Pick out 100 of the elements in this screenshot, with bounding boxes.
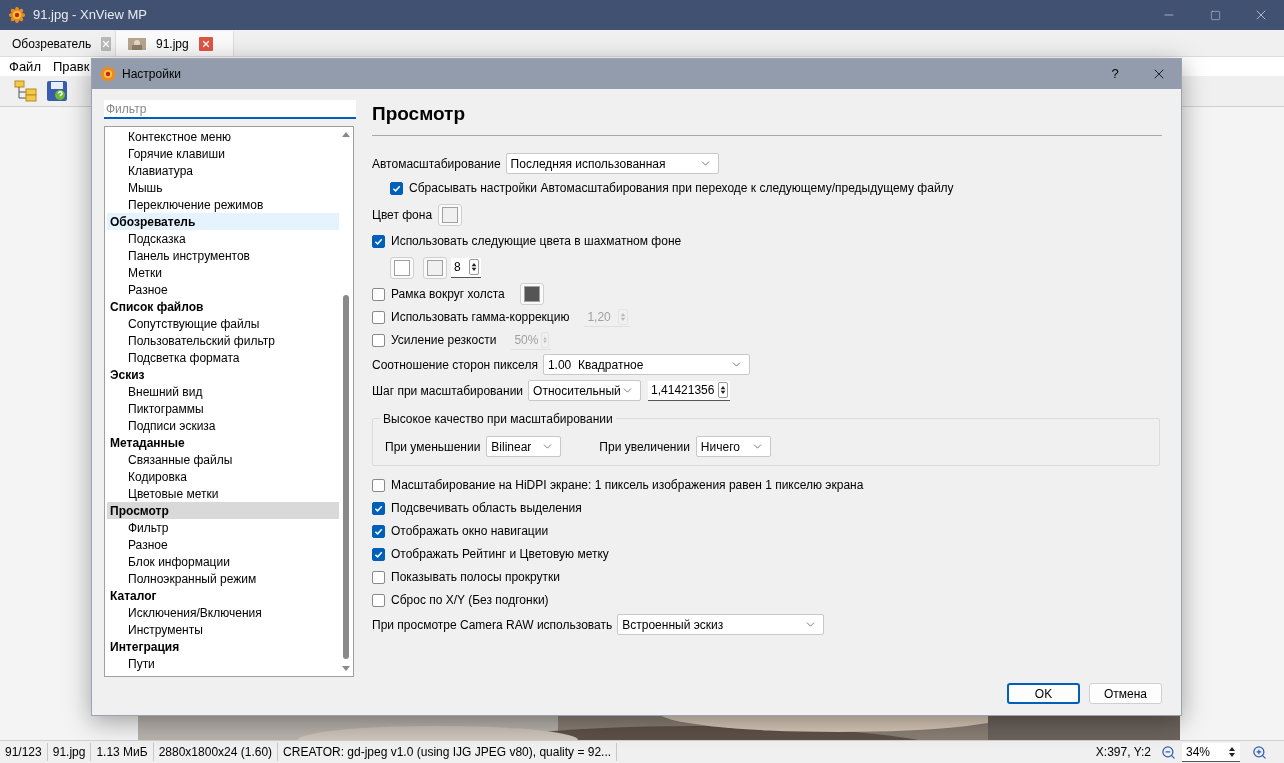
- option-label: Сброс по X/Y (Без подгонки): [391, 592, 549, 609]
- filter-field[interactable]: Фильтр: [104, 100, 356, 119]
- spin-arrows-icon: [618, 308, 629, 325]
- scroll-up-icon[interactable]: [341, 130, 351, 138]
- window-title: 91.jpg - XnView MP: [33, 6, 147, 25]
- status-text: 91.jpg: [47, 743, 92, 761]
- scroll-down-icon[interactable]: [341, 665, 351, 673]
- tree-item[interactable]: Подписи эскиза: [107, 417, 339, 434]
- option-label: Отображать Рейтинг и Цветовую метку: [391, 546, 609, 563]
- tree-item[interactable]: Каталог: [107, 587, 339, 604]
- tree-item[interactable]: Сопутствующие файлы: [107, 315, 339, 332]
- tree-item[interactable]: Метаданные: [107, 434, 339, 451]
- option-label: Сбрасывать настройки Автомасштабирования при переходе к следующему/предыдущему файлу: [409, 180, 954, 197]
- option-label: Использовать следующие цвета в шахматном фоне: [391, 233, 682, 250]
- checkbox[interactable]: [372, 501, 385, 515]
- status-text: 2880x1800x24 (1.60): [153, 743, 279, 761]
- tree-item[interactable]: Метки: [107, 264, 339, 281]
- tree-item[interactable]: Исключения/Включения: [107, 604, 339, 621]
- tree-item[interactable]: Панель инструментов: [107, 247, 339, 264]
- status-text: 1.13 МиБ: [91, 743, 154, 761]
- dropdown[interactable]: Bilinear: [486, 436, 562, 457]
- close-tab-icon[interactable]: [101, 36, 112, 51]
- dropdown[interactable]: Последняя использованная: [505, 153, 719, 174]
- app-logo-icon: [100, 66, 116, 82]
- checkbox[interactable]: [372, 478, 385, 492]
- tree-item[interactable]: Кодировка: [107, 468, 339, 485]
- tree-item[interactable]: Эскиз: [107, 366, 339, 383]
- checkbox[interactable]: [372, 570, 385, 584]
- tree-item[interactable]: Разное: [107, 536, 339, 553]
- tree-item[interactable]: Разное: [107, 281, 339, 298]
- help-button[interactable]: ?: [1093, 59, 1137, 89]
- tree-item[interactable]: Обозреватель: [107, 213, 339, 230]
- option-label: Цвет фона: [372, 206, 433, 224]
- option-label: Масштабирование на HiDPI экране: 1 пиксель изображения равен 1 пикселю экрана: [391, 477, 864, 494]
- tree-item[interactable]: Пути: [107, 655, 339, 672]
- spin-box[interactable]: 8: [451, 257, 481, 278]
- option-label: При просмотре Camera RAW использовать: [372, 616, 613, 634]
- maximize-icon: [1209, 9, 1221, 21]
- checkbox[interactable]: [372, 310, 385, 324]
- option-label: Усиление резкости: [391, 332, 497, 349]
- option-label: При увеличении: [599, 438, 690, 456]
- option-label: Соотношение сторон пикселя: [372, 356, 538, 374]
- dialog-button[interactable]: Отмена: [1089, 683, 1162, 704]
- checkbox[interactable]: [372, 524, 385, 538]
- tree-item[interactable]: Фильтр: [107, 519, 339, 536]
- menu-item[interactable]: Правк: [52, 56, 90, 77]
- option-label: При уменьшении: [385, 438, 481, 456]
- dialog-button[interactable]: OK: [1007, 683, 1080, 704]
- tree-item[interactable]: Список файлов: [107, 298, 339, 315]
- tree-item[interactable]: Контекстное меню: [107, 128, 339, 145]
- tree-item[interactable]: Горячие клавиши: [107, 145, 339, 162]
- tree-item[interactable]: Внешний вид: [107, 383, 339, 400]
- dropdown[interactable]: Относительный: [528, 380, 642, 401]
- checkbox[interactable]: [372, 287, 385, 301]
- dropdown[interactable]: Ничего: [695, 436, 771, 457]
- scrollbar-thumb[interactable]: [343, 295, 349, 659]
- dropdown[interactable]: Встроенный эскиз: [617, 614, 825, 635]
- menu-item[interactable]: Файл: [9, 56, 41, 77]
- folder-tree-icon[interactable]: [14, 79, 38, 103]
- tree-item[interactable]: Связанные файлы: [107, 451, 339, 468]
- tree-item[interactable]: Блок информации: [107, 553, 339, 570]
- checkbox[interactable]: [372, 593, 385, 607]
- close-tab-icon[interactable]: [198, 36, 213, 51]
- save-icon[interactable]: [46, 80, 68, 102]
- dialog-title: Настройки: [122, 66, 181, 83]
- checkbox[interactable]: [372, 547, 385, 561]
- tree-item[interactable]: Просмотр: [107, 502, 339, 519]
- tree-item[interactable]: Подсветка формата: [107, 349, 339, 366]
- tree-item[interactable]: Полноэкранный режим: [107, 570, 339, 587]
- tree-item[interactable]: Переключение режимов: [107, 196, 339, 213]
- option-label: Использовать гамма-коррекцию: [391, 309, 570, 326]
- zoom-in-icon[interactable]: [1252, 744, 1267, 760]
- checkbox[interactable]: [372, 333, 385, 347]
- zoom-out-icon[interactable]: [1161, 744, 1176, 760]
- cursor-position: X:397, Y:2: [1095, 744, 1151, 761]
- tree-item[interactable]: Мышь: [107, 179, 339, 196]
- checkbox[interactable]: [372, 234, 385, 248]
- dropdown[interactable]: 1.00 Квадратное: [542, 354, 750, 375]
- spin-arrows-icon: [541, 331, 550, 348]
- checkbox[interactable]: [390, 181, 403, 195]
- spin-box[interactable]: 1,41421356: [648, 380, 731, 401]
- status-text: 91/123: [0, 743, 48, 761]
- zoom-field[interactable]: 34%: [1182, 742, 1240, 762]
- option-label: Показывать полосы прокрутки: [391, 569, 560, 586]
- tree-item[interactable]: Интеграция: [107, 638, 339, 655]
- tree-item[interactable]: Инструменты: [107, 621, 339, 638]
- option-label: Рамка вокруг холста: [391, 286, 505, 303]
- status-text: CREATOR: gd-jpeg v1.0 (using IJG JPEG v80), quality = 92...: [278, 743, 618, 761]
- tree-item[interactable]: Пользовательский фильтр: [107, 332, 339, 349]
- option-label: Автомасштабирование: [372, 155, 501, 173]
- tree-item[interactable]: Подсказка: [107, 230, 339, 247]
- option-label: Отображать окно навигации: [391, 523, 549, 540]
- tree-item[interactable]: Клавиатура: [107, 162, 339, 179]
- tree-item[interactable]: Пиктограммы: [107, 400, 339, 417]
- section-heading: Просмотр: [372, 103, 466, 124]
- tree-item[interactable]: Цветовые метки: [107, 485, 339, 502]
- app-logo-icon: [9, 7, 25, 23]
- spin-arrows-icon: [469, 259, 479, 275]
- tab[interactable]: 91.jpg: [116, 31, 234, 56]
- option-label: Подсвечивать область выделения: [391, 500, 582, 517]
